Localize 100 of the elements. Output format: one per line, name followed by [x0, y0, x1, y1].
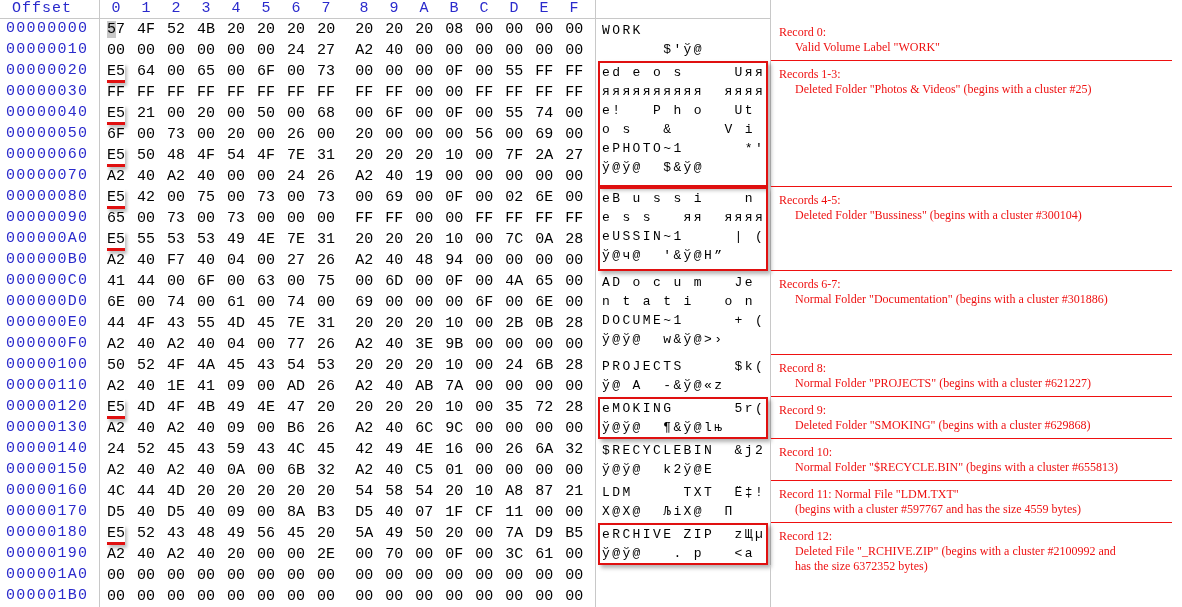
hex-byte: 00	[287, 209, 306, 229]
hex-byte: 00	[167, 62, 186, 82]
hex-byte: 72	[535, 398, 554, 418]
hex-byte: 21	[137, 104, 156, 124]
hex-byte: 56	[257, 524, 276, 544]
hex-byte: 00	[475, 356, 494, 376]
hex-byte: 1E	[167, 377, 186, 397]
hex-byte: 32	[317, 461, 336, 481]
hex-byte: 43	[167, 524, 186, 544]
hex-byte: 00	[565, 125, 584, 145]
hex-byte: 74	[167, 293, 186, 313]
hex-byte: 20	[227, 20, 246, 40]
hex-byte: 00	[167, 104, 186, 124]
hex-byte: 00	[227, 566, 246, 586]
hex-byte: 44	[137, 272, 156, 292]
offset-label: 00000030	[6, 82, 89, 103]
offset-label: 000000A0	[6, 229, 89, 250]
hex-byte: 00	[475, 419, 494, 439]
column-header: 8	[358, 0, 370, 19]
hex-byte: A2	[167, 545, 186, 565]
hex-byte: 20	[355, 314, 374, 334]
hex-byte: 40	[137, 545, 156, 565]
hex-byte: 4E	[257, 230, 276, 250]
note-title: Record 10:	[779, 445, 833, 460]
hex-byte: 00	[385, 125, 404, 145]
note-body: Valid Volume Label "WORK"	[794, 40, 941, 55]
ascii-text: eRCHIVE ZIP zЩµ	[602, 525, 766, 544]
hex-byte: 00	[565, 188, 584, 208]
hex-byte: 65	[107, 209, 125, 229]
hex-byte: FF	[475, 83, 494, 103]
note-body: Normal Folder "Documentation" (begins with a cluster #301886)	[794, 292, 1109, 307]
hex-byte: 00	[257, 293, 276, 313]
hex-byte: 0A	[227, 461, 246, 481]
hex-byte: 00	[475, 335, 494, 355]
hex-byte: 4D	[167, 482, 186, 502]
hex-byte: 00	[445, 293, 464, 313]
hex-byte: 00	[475, 251, 494, 271]
note-body: Deleted Folder "Photos & Videos" (begins with a cluster #25)	[794, 82, 1093, 97]
hex-byte: 75	[317, 272, 336, 292]
hex-byte: 65	[197, 62, 216, 82]
hex-byte: 20	[355, 356, 374, 376]
hex-byte: 48	[197, 524, 216, 544]
hex-byte: 00	[535, 20, 554, 40]
hex-byte: 20	[227, 125, 246, 145]
hex-byte: 00	[257, 566, 276, 586]
hex-byte: 00	[565, 461, 584, 481]
hex-byte: 61	[227, 293, 246, 313]
hex-byte: 00	[415, 545, 434, 565]
hex-byte: 00	[287, 104, 306, 124]
hex-byte: 20	[257, 20, 276, 40]
hex-byte: 00	[107, 566, 125, 586]
ascii-text: ў@ў@ w&ў@>›	[602, 330, 725, 349]
offset-label: 00000140	[6, 439, 89, 460]
hex-byte: FF	[257, 83, 276, 103]
hex-byte: 00	[287, 62, 306, 82]
hex-byte: 43	[197, 440, 216, 460]
hex-byte: 42	[137, 188, 156, 208]
hex-byte: 20	[287, 482, 306, 502]
ascii-text: AD o c u m Je	[602, 273, 756, 292]
hex-byte: 26	[505, 440, 524, 460]
hex-byte: 41	[197, 377, 216, 397]
hex-byte: 00	[287, 545, 306, 565]
hex-byte: 00	[505, 587, 524, 607]
offset-label: 00000010	[6, 40, 89, 61]
hex-byte: A2	[355, 335, 374, 355]
hex-byte: 40	[385, 503, 404, 523]
hex-byte: 26	[287, 125, 306, 145]
hex-byte: 49	[227, 230, 246, 250]
hex-byte: 00	[257, 419, 276, 439]
hex-byte: FF	[385, 83, 404, 103]
hex-byte: FF	[535, 62, 554, 82]
offset-label: 00000000	[6, 19, 89, 40]
note-title: Record 8:	[779, 361, 827, 376]
hex-byte: 00	[385, 293, 404, 313]
column-header: A	[418, 0, 430, 19]
hex-byte: 73	[317, 62, 336, 82]
hex-byte: 00	[535, 335, 554, 355]
ascii-text: eUSSIN~1 | (	[602, 227, 766, 246]
hex-byte: 45	[227, 356, 246, 376]
hex-byte: FF	[197, 83, 216, 103]
column-header: E	[538, 0, 550, 19]
hex-byte: 48	[167, 146, 186, 166]
hex-byte: 00	[257, 545, 276, 565]
hex-byte: 28	[565, 398, 584, 418]
hex-byte: 00	[355, 566, 374, 586]
hex-byte: E5	[107, 146, 125, 167]
hex-byte: 00	[535, 167, 554, 187]
hex-byte: 07	[415, 503, 434, 523]
hex-byte: 20	[355, 146, 374, 166]
hex-byte: 11	[505, 503, 524, 523]
hex-byte: 00	[535, 41, 554, 61]
hex-byte: 09	[227, 419, 246, 439]
hex-byte: 00	[227, 272, 246, 292]
hex-byte: 00	[355, 104, 374, 124]
hex-byte: 52	[137, 524, 156, 544]
hex-byte: 00	[197, 587, 216, 607]
note-title: Record 0:	[779, 25, 827, 40]
hex-byte: 4F	[137, 20, 156, 40]
ascii-text: ў@ў@ k2ў@E	[602, 460, 715, 479]
hex-byte: 20	[385, 356, 404, 376]
